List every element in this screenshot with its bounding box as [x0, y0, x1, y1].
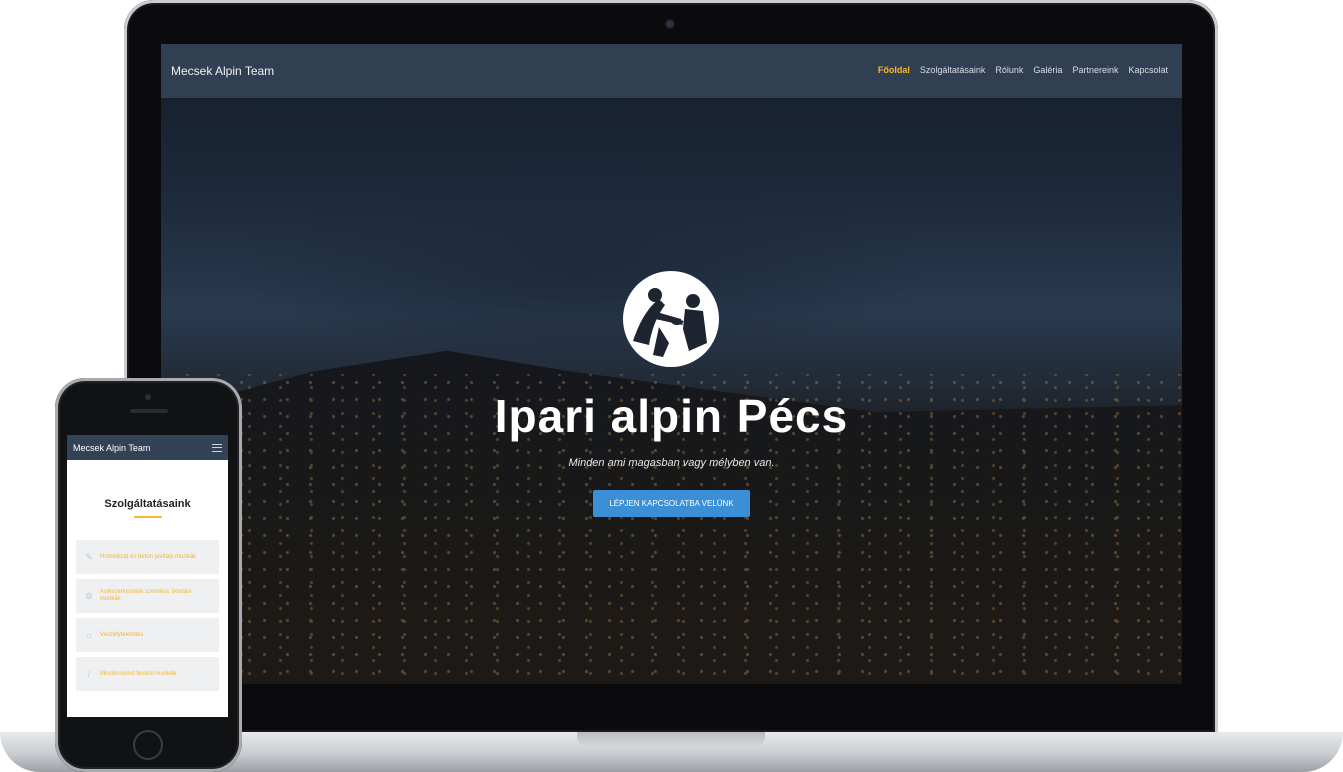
phone-home-button[interactable] [133, 730, 163, 760]
wrench-icon: ✎ [85, 551, 93, 562]
phone-camera-icon [145, 394, 151, 400]
hamburger-menu-icon[interactable] [212, 443, 222, 452]
title-underline [133, 516, 162, 518]
brush-icon: / [87, 669, 91, 679]
laptop-opening-notch [577, 732, 765, 746]
phone-screen: Mecsek Alpin Team Szolgáltatásaink ✎ Hom… [67, 435, 228, 717]
hero-subtitle: Minden ami magasban vagy mélyben van. [568, 457, 775, 469]
services-list: ✎ Homlokzat és beton javítási munkák ⚙ A… [67, 540, 228, 691]
service-item[interactable]: ⚙ Acélszerkezetek szerelési, bontási mun… [76, 579, 219, 613]
laptop-bezel-bottom [161, 684, 1182, 724]
service-item[interactable]: / Mindennemű festési munkák [76, 657, 219, 691]
service-label: Acélszerkezetek szerelési, bontási munká… [99, 589, 192, 602]
brand-logo-text[interactable]: Mecsek Alpin Team [171, 64, 274, 78]
phone-brand-text[interactable]: Mecsek Alpin Team [73, 443, 150, 453]
nav-item-kapcsolat[interactable]: Kapcsolat [1128, 65, 1168, 75]
phone-speaker [130, 409, 168, 413]
nav-item-rolunk[interactable]: Rólunk [995, 65, 1023, 75]
phone-navbar: Mecsek Alpin Team [67, 435, 228, 460]
nav-item-fooldal[interactable]: Főoldal [878, 65, 910, 75]
laptop-screen: Mecsek Alpin Team Főoldal Szolgáltatásai… [161, 44, 1182, 684]
gears-icon: ⚙ [84, 590, 93, 601]
webcam-icon [666, 20, 674, 28]
navbar: Mecsek Alpin Team Főoldal Szolgáltatásai… [161, 44, 1182, 98]
nav-item-galeria[interactable]: Galéria [1033, 65, 1062, 75]
home-icon: ⌂ [86, 630, 92, 640]
service-label: Veszélytelenítés [100, 631, 144, 638]
nav-item-szolgaltatasaink[interactable]: Szolgáltatásaink [920, 65, 986, 75]
nav-menu: Főoldal Szolgáltatásaink Rólunk Galéria … [878, 65, 1168, 75]
services-section-title: Szolgáltatásaink [104, 498, 191, 510]
climbers-logo-icon [623, 271, 719, 367]
hero-title: Ipari alpin Pécs [494, 390, 849, 442]
phone-frame: Mecsek Alpin Team Szolgáltatásaink ✎ Hom… [55, 378, 242, 772]
service-label: Mindennemű festési munkák [100, 670, 177, 677]
service-item[interactable]: ⌂ Veszélytelenítés [76, 618, 219, 652]
contact-cta-button[interactable]: LÉPJEN KAPCSOLATBA VELÜNK [593, 490, 750, 517]
hero-section: Ipari alpin Pécs Minden ami magasban vag… [161, 44, 1182, 684]
nav-item-partnereink[interactable]: Partnereink [1072, 65, 1118, 75]
service-item[interactable]: ✎ Homlokzat és beton javítási munkák [76, 540, 219, 574]
service-label: Homlokzat és beton javítási munkák [100, 553, 197, 560]
